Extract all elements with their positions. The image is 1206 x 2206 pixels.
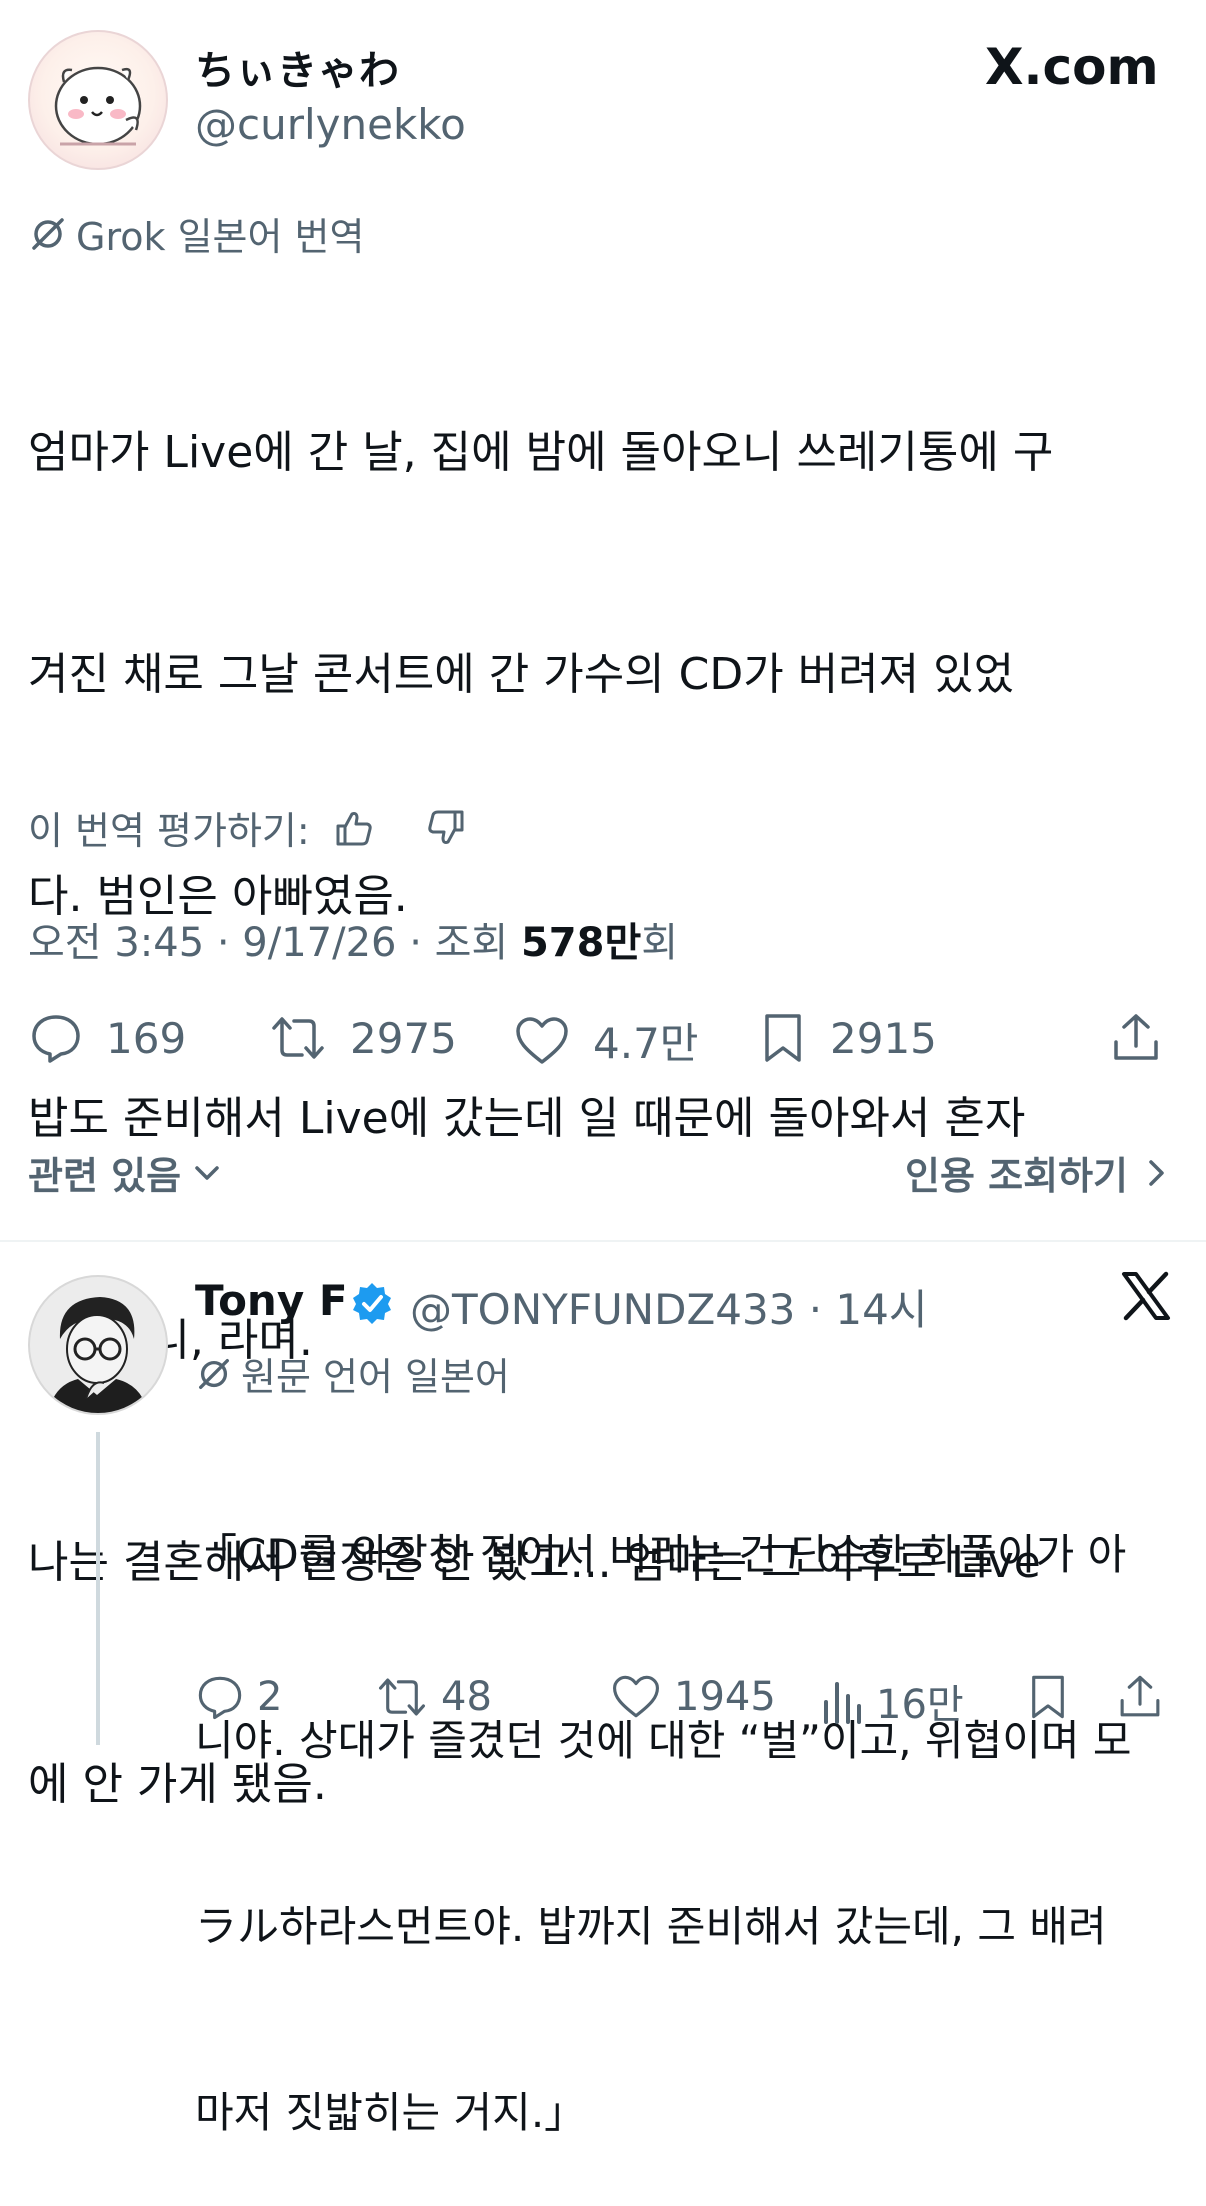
- reply-author-avatar[interactable]: [28, 1275, 168, 1415]
- reply-body-line: 「CD를 와장창 접어서 버리는 건 단순한 화풀이가 아: [195, 1530, 1127, 1579]
- analytics-bars-icon: [824, 1682, 861, 1724]
- view-quotes-link[interactable]: 인용 조회하기: [905, 1145, 1170, 1200]
- rate-translation-label: 이 번역 평가하기:: [28, 809, 310, 853]
- reply-body-line: ラル하라스먼트야. 밥까지 준비해서 갔는데, 그 배려: [195, 1902, 1107, 1951]
- retweet-button[interactable]: 2975: [268, 1010, 457, 1066]
- reply-bubble-icon: [198, 1676, 242, 1720]
- cartoon-man-image: [48, 1297, 148, 1413]
- reply-retweet-button[interactable]: 48: [375, 1672, 492, 1722]
- chevron-down-icon: [195, 1165, 219, 1180]
- reply-language-text: 원문 언어 일본어: [241, 1355, 510, 1399]
- share-button[interactable]: [1108, 1010, 1164, 1066]
- thumbs-down-icon[interactable]: [424, 806, 468, 850]
- verified-badge-icon: [350, 1281, 394, 1329]
- bookmark-count: 2915: [830, 1013, 937, 1063]
- heart-icon: [516, 1016, 568, 1064]
- author-handle[interactable]: @curlynekko: [195, 100, 466, 149]
- like-button[interactable]: 4.7만: [513, 1010, 698, 1071]
- thread-line: [96, 1432, 100, 1745]
- share-icon: [1114, 1014, 1158, 1060]
- reply-views-button[interactable]: 16만: [820, 1672, 964, 1730]
- view-quotes-label: 인용 조회하기: [905, 1154, 1128, 1198]
- translation-label-text: Grok 일본어 번역: [76, 215, 365, 259]
- share-icon: [1120, 1675, 1160, 1717]
- views-suffix: 회: [641, 920, 679, 966]
- reply-body: 「CD를 와장창 접어서 버리는 건 단순한 화풀이가 아 니야. 상대가 즐겼…: [195, 1400, 1180, 2206]
- chevron-right-icon: [1149, 1159, 1164, 1186]
- tweet-body-line: 겨진 채로 그날 콘서트에 간 가수의 CD가 버려져 있었: [28, 649, 1015, 700]
- bookmark-icon: [1032, 1675, 1064, 1719]
- tweet-action-bar: 169 2975 4.7만 2915: [28, 1010, 1178, 1076]
- reply-retweet-count: 48: [441, 1674, 492, 1720]
- rate-translation: 이 번역 평가하기:: [28, 800, 468, 855]
- timestamp-and-views-label[interactable]: 오전 3:45 · 9/17/26 · 조회: [28, 920, 521, 966]
- reply-handle-and-time[interactable]: @TONYFUNDZ433 · 14시: [410, 1276, 928, 1337]
- sort-relevance-dropdown[interactable]: 관련 있음: [28, 1145, 223, 1200]
- thumbs-up-icon[interactable]: [332, 806, 376, 850]
- bookmark-button[interactable]: 2915: [758, 1010, 937, 1066]
- like-count: 4.7만: [593, 1019, 699, 1068]
- reply-view-count: 16만: [876, 1682, 964, 1728]
- x-icon: [1120, 1270, 1172, 1336]
- grok-translation-label[interactable]: Grok 일본어 번역: [28, 206, 364, 261]
- sort-label: 관련 있음: [28, 1154, 182, 1198]
- bookmark-icon: [765, 1014, 801, 1062]
- retweet-count: 2975: [350, 1013, 457, 1063]
- tweet-meta: 오전 3:45 · 9/17/26 · 조회 578만회: [28, 910, 678, 968]
- reply-like-count: 1945: [674, 1674, 776, 1720]
- reply-bubble-icon: [32, 1015, 80, 1063]
- tweet-body-line: 엄마가 Live에 간 날, 집에 밤에 돌아오니 쓰레기통에 구: [28, 427, 1054, 478]
- reply-reply-count: 2: [257, 1674, 283, 1720]
- section-divider: [0, 1240, 1206, 1242]
- grok-icon: [199, 1358, 229, 1389]
- reply-like-button[interactable]: 1945: [610, 1672, 776, 1722]
- reply-body-line: 마저 짓밟히는 거지.」: [195, 2088, 587, 2137]
- author-avatar[interactable]: [28, 30, 168, 170]
- x-logo: X.com: [985, 38, 1159, 96]
- reply-language-label[interactable]: 원문 언어 일본어: [195, 1346, 510, 1401]
- reply-action-bar: 2 48 1945 16만: [195, 1672, 1180, 1728]
- reply-reply-button[interactable]: 2: [195, 1672, 282, 1722]
- heart-icon: [613, 1675, 659, 1718]
- reply-author-name[interactable]: Tony F: [195, 1276, 348, 1325]
- retweet-icon: [272, 1017, 324, 1059]
- reply-count: 169: [106, 1013, 187, 1063]
- reply-bookmark-button[interactable]: [1025, 1672, 1071, 1722]
- retweet-icon: [379, 1678, 425, 1716]
- views-count: 578만: [520, 920, 642, 966]
- grok-icon: [32, 217, 64, 250]
- author-display-name[interactable]: ちぃきゃわ: [195, 38, 400, 96]
- reply-share-button[interactable]: [1115, 1672, 1165, 1722]
- hamster-character-image: [54, 66, 142, 146]
- reply-button[interactable]: 169: [28, 1010, 186, 1066]
